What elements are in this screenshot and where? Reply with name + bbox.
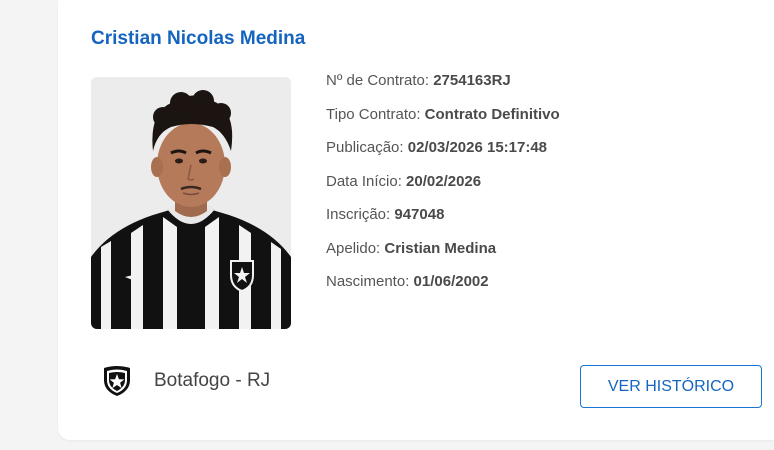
- publication-value: 02/03/2026 15:17:48: [407, 139, 548, 156]
- club-info: Botafogo - RJ: [100, 364, 270, 398]
- view-history-button[interactable]: VER HISTÓRICO: [580, 365, 762, 408]
- contract-details: Nº de Contrato: 2754163RJ Tipo Contrato:…: [326, 71, 746, 306]
- nickname-value: Cristian Medina: [384, 239, 497, 257]
- club-name: Botafogo - RJ: [154, 370, 271, 391]
- contract-type-row: Tipo Contrato: Contrato Definitivo: [326, 105, 746, 139]
- contract-type-value: Contrato Definitivo: [424, 105, 560, 123]
- birth-date-row: Nascimento: 01/06/2002: [326, 272, 746, 306]
- nickname-label: Apelido:: [326, 239, 381, 257]
- publication-row: Publicação: 02/03/2026 15:17:48: [326, 138, 746, 172]
- start-date-row: Data Início: 20/02/2026: [326, 172, 746, 206]
- contract-number-row: Nº de Contrato: 2754163RJ: [326, 71, 746, 105]
- player-name[interactable]: Cristian Nicolas Medina: [91, 28, 305, 50]
- player-photo-image: [91, 77, 291, 329]
- registration-label: Inscrição:: [326, 206, 391, 223]
- start-date-value: 20/02/2026: [406, 172, 482, 190]
- contract-type-label: Tipo Contrato:: [326, 105, 421, 123]
- birth-date-value: 01/06/2002: [413, 273, 489, 290]
- start-date-label: Data Início:: [326, 172, 402, 190]
- botafogo-shield-icon: [100, 364, 134, 398]
- player-contract-card: Cristian Nicolas Medina Nº de Contrato: …: [58, 0, 774, 440]
- contract-number-value: 2754163RJ: [433, 72, 511, 89]
- contract-number-label: Nº de Contrato:: [326, 72, 430, 89]
- player-photo: [91, 77, 291, 329]
- publication-label: Publicação:: [326, 139, 404, 156]
- registration-row: Inscrição: 947048: [326, 205, 746, 239]
- nickname-row: Apelido: Cristian Medina: [326, 239, 746, 273]
- birth-date-label: Nascimento:: [326, 273, 410, 290]
- registration-value: 947048: [394, 206, 445, 223]
